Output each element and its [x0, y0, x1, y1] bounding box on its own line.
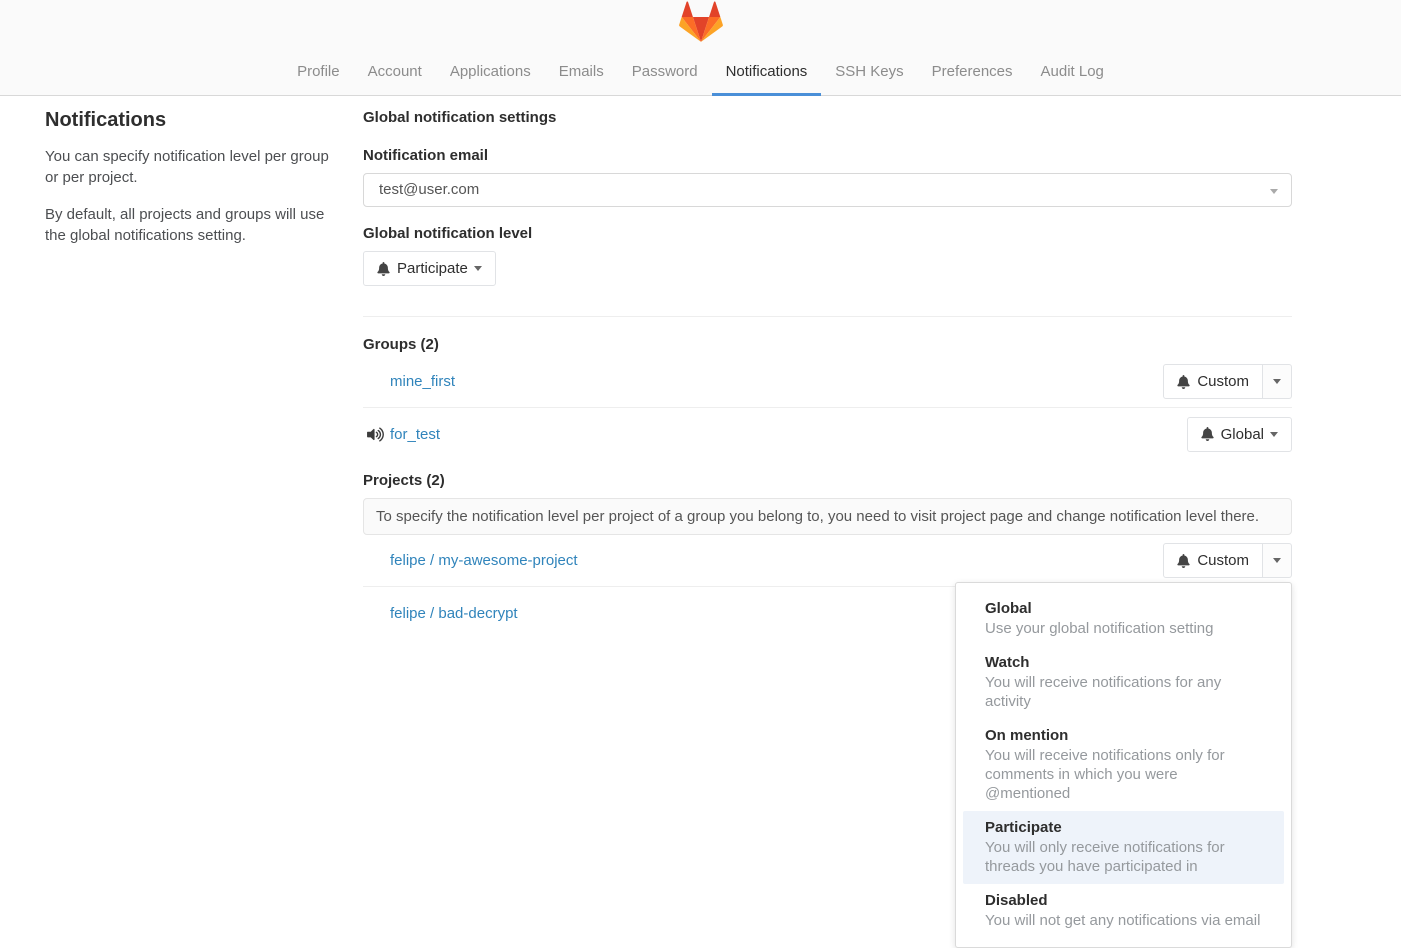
project-row-my-awesome-project: felipe / my-awesome-project Custom Globa…: [363, 535, 1292, 587]
group-link-mine-first[interactable]: mine_first: [390, 373, 455, 390]
group-mine-first-level-caret-button[interactable]: [1263, 364, 1292, 399]
caret-down-icon: [1273, 379, 1281, 384]
tab-ssh-keys[interactable]: SSH Keys: [821, 51, 917, 96]
project-my-awesome-level-button[interactable]: Custom: [1163, 543, 1263, 578]
project-my-awesome-level-label: Custom: [1197, 552, 1249, 569]
global-notification-level-label: Global notification level: [363, 225, 1292, 242]
group-for-test-level-button[interactable]: Global: [1187, 417, 1292, 452]
dropdown-item-disabled[interactable]: Disabled You will not get any notificati…: [963, 884, 1284, 938]
global-level-button-label: Participate: [397, 260, 468, 277]
project-link-my-awesome-project[interactable]: felipe / my-awesome-project: [390, 552, 578, 569]
page-header: Profile Account Applications Emails Pass…: [0, 0, 1401, 96]
global-level-dropdown-button[interactable]: Participate: [363, 251, 496, 286]
caret-down-icon: [1273, 558, 1281, 563]
sidebar-description-1: You can specify notification level per g…: [45, 146, 333, 189]
dropdown-item-watch[interactable]: Watch You will receive notifications for…: [963, 646, 1284, 719]
group-link-for-test[interactable]: for_test: [390, 426, 440, 443]
group-mine-first-level-control: Custom: [1163, 364, 1292, 399]
sidebar-title: Notifications: [45, 109, 333, 132]
project-my-awesome-level-control: Custom: [1163, 543, 1292, 578]
caret-down-icon: [474, 266, 482, 271]
tab-audit-log[interactable]: Audit Log: [1027, 51, 1118, 96]
notification-level-dropdown-menu: Global Use your global notification sett…: [955, 582, 1292, 948]
projects-title: Projects (2): [363, 472, 1292, 489]
dropdown-item-on-mention[interactable]: On mention You will receive notification…: [963, 719, 1284, 811]
select-caret-icon: [1270, 189, 1278, 194]
sidebar-description-2: By default, all projects and groups will…: [45, 204, 333, 247]
page-content: Notifications You can specify notificati…: [0, 96, 1401, 639]
group-row-mine-first: mine_first Custom: [363, 356, 1292, 408]
section-title: Global notification settings: [363, 109, 1292, 126]
tab-notifications[interactable]: Notifications: [712, 51, 822, 96]
sidebar: Notifications You can specify notificati…: [45, 109, 363, 261]
gitlab-tanuki-icon: [679, 1, 723, 43]
group-row-for-test: for_test Global: [363, 408, 1292, 460]
bell-icon: [377, 262, 390, 276]
section-divider: [363, 316, 1292, 317]
tab-emails[interactable]: Emails: [545, 51, 618, 96]
bell-icon: [1177, 375, 1190, 389]
group-mine-first-level-button[interactable]: Custom: [1163, 364, 1263, 399]
bell-icon: [1177, 554, 1190, 568]
groups-title: Groups (2): [363, 336, 1292, 353]
dropdown-item-participate[interactable]: Participate You will only receive notifi…: [963, 811, 1284, 884]
tab-preferences[interactable]: Preferences: [918, 51, 1027, 96]
project-link-bad-decrypt[interactable]: felipe / bad-decrypt: [390, 605, 518, 622]
volume-up-icon: [363, 427, 390, 442]
notification-email-label: Notification email: [363, 147, 1292, 164]
project-my-awesome-level-caret-button[interactable]: [1263, 543, 1292, 578]
tab-password[interactable]: Password: [618, 51, 712, 96]
profile-settings-tabs: Profile Account Applications Emails Pass…: [0, 51, 1401, 96]
notification-email-value: test@user.com: [379, 181, 479, 198]
tab-applications[interactable]: Applications: [436, 51, 545, 96]
bell-icon: [1201, 427, 1214, 441]
tab-profile[interactable]: Profile: [283, 51, 354, 96]
group-for-test-level-label: Global: [1221, 426, 1264, 443]
dropdown-item-global[interactable]: Global Use your global notification sett…: [963, 592, 1284, 646]
projects-notice: To specify the notification level per pr…: [363, 498, 1292, 535]
tab-account[interactable]: Account: [354, 51, 436, 96]
group-mine-first-level-label: Custom: [1197, 373, 1249, 390]
gitlab-logo[interactable]: [679, 1, 723, 43]
notification-settings-panel: Global notification settings Notificatio…: [363, 109, 1292, 639]
caret-down-icon: [1270, 432, 1278, 437]
notification-email-select[interactable]: test@user.com: [363, 173, 1292, 207]
